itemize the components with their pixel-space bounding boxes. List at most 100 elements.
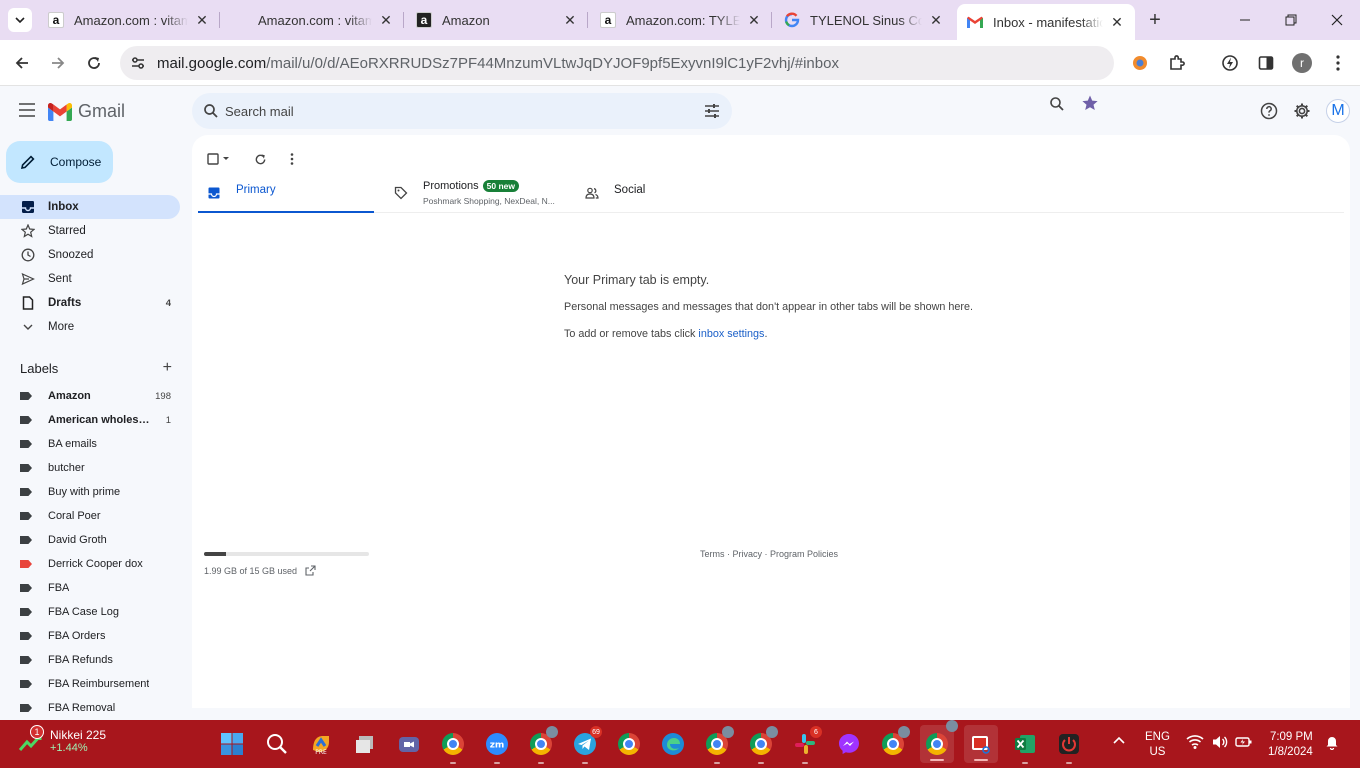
new-tab-button[interactable]: +	[1144, 9, 1166, 31]
performance-icon[interactable]	[1219, 52, 1241, 74]
extensions-puzzle-icon[interactable]	[1166, 52, 1188, 74]
settings-gear-icon[interactable]	[1292, 101, 1312, 121]
teams-meet-icon[interactable]	[396, 731, 422, 757]
privacy-link[interactable]: Privacy	[733, 549, 763, 559]
clock[interactable]: 7:09 PM 1/8/2024	[1268, 730, 1313, 760]
nav-item-more[interactable]: More	[0, 315, 180, 339]
tab-primary[interactable]: Primary	[198, 175, 374, 213]
compose-button[interactable]: Compose	[6, 141, 113, 183]
close-icon[interactable]: ✕	[746, 12, 762, 28]
label-item[interactable]: BA emails	[0, 432, 180, 456]
browser-tab-5[interactable]: TYLENOL Sinus Cong ✕	[774, 4, 954, 36]
restore-icon[interactable]	[1279, 8, 1303, 32]
zoom-app-icon[interactable]: zm	[484, 731, 510, 764]
program-policies-link[interactable]: Program Policies	[770, 549, 838, 559]
label-item[interactable]: FBA Reimbursement	[0, 672, 180, 696]
chrome-app-icon-4[interactable]	[748, 726, 778, 764]
support-icon[interactable]	[1259, 101, 1279, 121]
close-icon[interactable]: ✕	[928, 12, 944, 28]
taskbar-search-button[interactable]	[264, 731, 290, 757]
inbox-settings-link[interactable]: inbox settings	[698, 328, 764, 340]
account-avatar[interactable]: M	[1326, 99, 1350, 123]
chrome-app-icon-5[interactable]	[880, 726, 910, 757]
close-icon[interactable]: ✕	[378, 12, 394, 28]
snipping-tool-icon[interactable]	[964, 725, 998, 763]
edge-app-icon[interactable]	[660, 731, 686, 757]
browser-tab-2[interactable]: Amazon.com : vitamin ✕	[222, 4, 404, 36]
chrome-active-app-icon[interactable]	[920, 720, 958, 763]
power-app-icon[interactable]	[1056, 731, 1082, 764]
telegram-app-icon[interactable]: 69	[572, 726, 602, 764]
refresh-button[interactable]	[246, 149, 274, 169]
create-label-plus-icon[interactable]: +	[163, 359, 172, 377]
label-item[interactable]: FBA Removal	[0, 696, 180, 720]
notifications-bell-icon[interactable]	[1324, 734, 1340, 750]
label-item[interactable]: FBA Orders	[0, 624, 180, 648]
reload-button[interactable]	[81, 50, 107, 76]
chrome-profile-app-icon[interactable]	[528, 726, 558, 764]
task-view-icon[interactable]	[352, 731, 378, 757]
stock-widget[interactable]: 1 Nikkei 225 +1.44%	[18, 725, 106, 754]
label-item[interactable]: FBA Refunds	[0, 648, 180, 672]
close-icon[interactable]: ✕	[194, 12, 210, 28]
tab-promotions[interactable]: Promotions 50 new Poshmark Shopping, Nex…	[393, 175, 568, 213]
slack-app-icon[interactable]: 6	[792, 726, 822, 764]
browser-tab-3[interactable]: a Amazon ✕	[406, 4, 588, 36]
profile-avatar[interactable]: r	[1291, 52, 1313, 74]
label-item[interactable]: Amazon 198	[0, 384, 180, 408]
show-hidden-icons-chevron-up-icon[interactable]	[1112, 734, 1126, 748]
excel-app-icon[interactable]	[1012, 731, 1038, 764]
battery-plug-icon[interactable]	[1235, 734, 1253, 750]
close-icon[interactable]: ✕	[1109, 14, 1125, 30]
address-bar[interactable]: mail.google.com/mail/u/0/d/AEoRXRRUDSz7P…	[120, 46, 1114, 80]
volume-icon[interactable]	[1211, 734, 1229, 750]
close-icon[interactable]: ✕	[562, 12, 578, 28]
browser-tab-4[interactable]: a Amazon.com: TYLENOL ✕	[590, 4, 772, 36]
open-external-icon[interactable]	[305, 565, 316, 576]
tab-social[interactable]: Social	[584, 175, 734, 213]
label-item[interactable]: American wholesal... 1	[0, 408, 180, 432]
search-input[interactable]: Search mail	[225, 104, 294, 119]
chrome-app-icon[interactable]	[440, 731, 466, 764]
nav-item-drafts[interactable]: Drafts 4	[0, 291, 180, 315]
browser-menu-icon[interactable]	[1327, 52, 1349, 74]
nav-item-snoozed[interactable]: Snoozed	[0, 243, 180, 267]
forward-button[interactable]	[45, 50, 71, 76]
start-button[interactable]	[219, 731, 245, 757]
browser-tab-active[interactable]: Inbox - manifestation ✕	[957, 4, 1135, 40]
gmail-logo[interactable]: Gmail	[48, 101, 125, 122]
search-icon[interactable]	[203, 103, 219, 119]
select-all-checkbox[interactable]	[204, 149, 234, 169]
label-item[interactable]: Coral Poer	[0, 504, 180, 528]
minimize-icon[interactable]	[1233, 8, 1257, 32]
label-item[interactable]: Buy with prime	[0, 480, 180, 504]
side-panel-icon[interactable]	[1255, 52, 1277, 74]
nav-item-inbox[interactable]: Inbox	[0, 195, 180, 219]
messenger-app-icon[interactable]	[836, 731, 862, 757]
tab-search-button[interactable]	[8, 8, 32, 32]
nav-item-starred[interactable]: Starred	[0, 219, 180, 243]
search-bar[interactable]: Search mail	[192, 93, 732, 129]
chrome-app-icon-2[interactable]	[616, 731, 642, 757]
search-options-icon[interactable]	[704, 103, 720, 119]
label-item[interactable]: David Groth	[0, 528, 180, 552]
back-button[interactable]	[9, 50, 35, 76]
label-item[interactable]: butcher	[0, 456, 180, 480]
wifi-icon[interactable]	[1186, 734, 1204, 750]
terms-link[interactable]: Terms	[700, 549, 725, 559]
more-options-icon[interactable]	[284, 149, 300, 169]
label-tag-icon	[20, 608, 32, 616]
language-indicator[interactable]: ENG US	[1145, 730, 1170, 760]
label-item[interactable]: FBA Case Log	[0, 600, 180, 624]
label-item[interactable]: FBA	[0, 576, 180, 600]
label-item[interactable]: Derrick Cooper dox	[0, 552, 180, 576]
amazon-favicon-icon: a	[416, 12, 432, 28]
chrome-app-icon-3[interactable]	[704, 726, 734, 764]
copilot-icon[interactable]: PRE	[308, 731, 334, 757]
main-menu-icon[interactable]	[16, 99, 38, 121]
extension-orange-icon[interactable]	[1129, 52, 1151, 74]
close-window-icon[interactable]	[1325, 8, 1349, 32]
site-info-icon[interactable]	[130, 55, 146, 71]
nav-item-sent[interactable]: Sent	[0, 267, 180, 291]
browser-tab-1[interactable]: a Amazon.com : vitamin ✕	[38, 4, 220, 36]
